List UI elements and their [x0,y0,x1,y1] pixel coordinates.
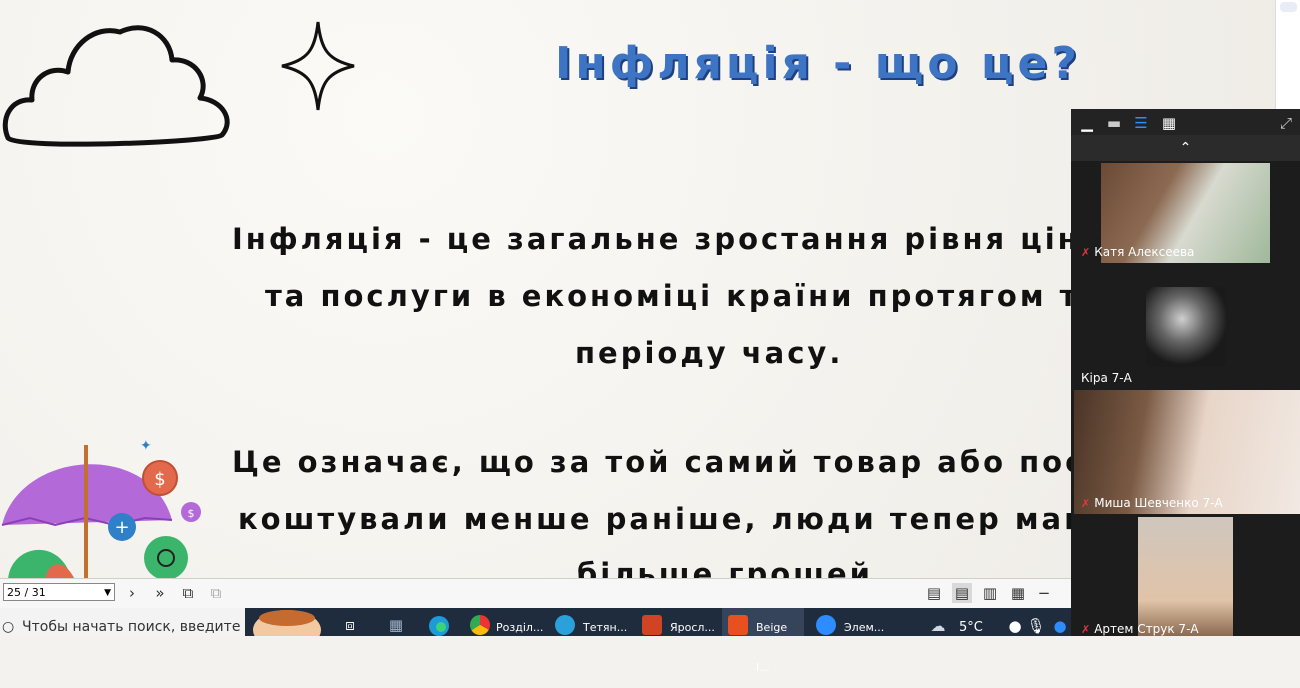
taskbar-app[interactable]: Яросл... [642,608,717,636]
paragraph-line: періоду часу. [575,336,844,370]
stop-video-icon[interactable]: ▬ [1104,113,1124,133]
taskbar-app[interactable]: Розділ... [470,608,545,636]
video-tile[interactable] [1138,517,1233,636]
page-value: 25 / 31 [7,586,46,599]
participant-name: ✗ Миша Шевченко 7-А [1081,496,1223,510]
app-label: Элем... [844,621,885,634]
expand-icon[interactable]: ⤢ [1276,113,1296,133]
two-page-view-icon[interactable]: ▥ [980,583,1000,603]
copy-page-icon[interactable]: ⧉ [178,583,198,603]
paste-page-icon[interactable]: ⧉ [206,583,226,603]
svg-text:$: $ [188,507,195,520]
svg-text:✦: ✦ [140,438,152,454]
mic-muted-icon: ✗ [1081,497,1091,510]
paragraph-line: коштували менше раніше, люди тепер мають… [238,502,1197,536]
paragraph-line: Інфляція - це загальне зростання рівня ц… [232,222,1173,256]
calculator-icon[interactable]: ▦ [386,615,406,635]
paragraph-line: більше грошей [577,557,873,578]
temperature: 5°C [959,620,983,635]
mic-muted-icon: ✗ [1081,623,1091,636]
telegram-icon [555,615,575,635]
umbrella-illustration: $ + $ ✦ [1,438,201,578]
search-placeholder: Чтобы начать поиск, введите [22,619,241,635]
search-icon: ○ [2,619,15,635]
participant-name: ✗ Артем Струк 7-А [1081,622,1199,636]
taskbar-app[interactable]: Тетян... [555,608,630,636]
zoom-tray-icon[interactable]: ● [1050,616,1070,636]
weather-icon[interactable]: ☁ [928,616,948,636]
scrollbar-thumb[interactable] [1280,2,1297,12]
telegram-tray-icon[interactable]: ● [1005,616,1025,636]
svg-text:+: + [114,517,129,538]
continuous-view-icon[interactable]: ▤ [952,583,972,603]
last-page-icon[interactable]: » [150,583,170,603]
task-view-icon[interactable]: ⧈ [340,615,360,635]
avatar-widget-icon[interactable] [250,608,325,636]
zoom-icon [816,615,836,635]
cloud-icon [2,25,230,147]
svg-text:$: $ [154,469,165,490]
taskbar-search-input[interactable]: ○ Чтобы начать поиск, введите [0,608,245,636]
scroll-up-icon[interactable]: ⌃ [1071,135,1300,161]
wps-icon [728,615,748,635]
sparkle-icon [281,21,355,111]
minimize-icon[interactable]: ▁ [1077,113,1097,133]
panel-header: ▁ ▬ ☰ ▦ ⤢ [1071,109,1300,135]
powerpoint-icon [642,615,662,635]
participant-name: Кіра 7-А [1081,371,1132,385]
page-selector[interactable]: 25 / 31 ▼ [3,583,115,601]
app-label: Розділ... [496,621,544,634]
chrome-icon [470,615,490,635]
single-page-view-icon[interactable]: ▤ [924,583,944,603]
mic-muted-icon: ✗ [1081,246,1091,259]
avatar[interactable] [1146,287,1226,367]
app-label: Яросл... [670,621,715,634]
strip-view-icon[interactable]: ☰ [1131,113,1151,133]
gallery-view-icon[interactable]: ▦ [1159,113,1179,133]
participant-name: ✗ Катя Алексеева [1081,245,1195,259]
slide-title: Інфляція - що це? [555,38,1081,89]
edge-icon[interactable] [428,615,450,637]
microphone-icon[interactable]: 🎙 [1026,616,1046,636]
paragraph-line: Це означає, що за той самий товар або по… [232,445,1150,479]
zoom-out-icon[interactable]: − [1034,583,1054,603]
grid-view-icon[interactable]: ▦ [1008,583,1028,603]
taskbar-app-active[interactable]: Beige I... [722,608,804,674]
app-label: Тетян... [583,621,628,634]
app-label: Beige I... [756,621,788,674]
chevron-down-icon[interactable]: ▼ [104,584,111,602]
taskbar-app[interactable]: Элем... [816,608,891,636]
next-page-icon[interactable]: › [122,583,142,603]
video-participants-panel: ▁ ▬ ☰ ▦ ⤢ ⌃ ✗ Катя Алексеева Кіра 7-А ✗ Ми… [1071,109,1300,636]
paragraph-line: та послуги в економіці країни протягом т… [265,279,1171,313]
